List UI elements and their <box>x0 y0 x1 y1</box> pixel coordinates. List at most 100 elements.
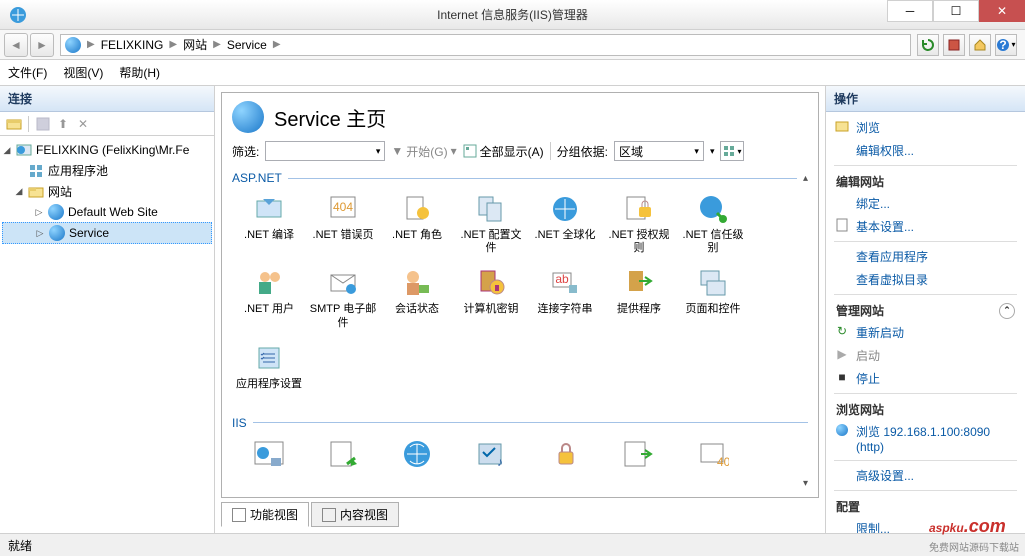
back-button[interactable]: ◄ <box>4 33 28 57</box>
feature-item[interactable]: 计算机密钥 <box>454 261 528 335</box>
close-button[interactable]: ✕ <box>979 0 1025 22</box>
menu-file[interactable]: 文件(F) <box>8 64 47 81</box>
title-bar: Internet 信息服务(IIS)管理器 ─ ☐ ✕ <box>0 0 1025 30</box>
feature-icon <box>253 342 285 374</box>
aspnet-features-grid: .NET 编译404.NET 错误页 .NET 角色 .NET 配置文件 .NET 全… <box>232 187 808 410</box>
feature-item[interactable]: 会话状态 <box>380 261 454 335</box>
tree-app-pools[interactable]: 应用程序池 <box>2 160 212 181</box>
action-view-apps[interactable]: 查看应用程序 <box>826 245 1025 268</box>
feature-label: .NET 角色 <box>392 229 442 255</box>
breadcrumb-node[interactable]: 网站 <box>183 36 207 53</box>
connections-toolbar: ⬆ ✕ <box>0 112 214 136</box>
maximize-button[interactable]: ☐ <box>933 0 979 22</box>
breadcrumb[interactable]: ▶ FELIXKING ▶ 网站 ▶ Service ▶ <box>60 34 911 56</box>
menu-view[interactable]: 视图(V) <box>63 64 103 81</box>
action-edit-permissions[interactable]: 编辑权限... <box>826 139 1025 162</box>
feature-item[interactable]: 页面和控件 <box>676 261 750 335</box>
group-aspnet[interactable]: ASP.NET▴ <box>232 169 808 187</box>
feature-item[interactable]: .NET 授权规则 <box>602 187 676 261</box>
collapse-icon[interactable]: ◢ <box>2 145 12 155</box>
watermark: aspku.com 免费网站源码下载站 <box>929 507 1019 554</box>
save-connection-button[interactable] <box>33 114 53 134</box>
tree-default-site[interactable]: ▷ Default Web Site <box>2 202 212 222</box>
show-all-button[interactable]: 全部显示(A) <box>463 143 544 160</box>
feature-label: .NET 全球化 <box>535 229 596 255</box>
collapse-icon[interactable]: ◢ <box>14 187 24 197</box>
feature-item[interactable] <box>306 432 380 489</box>
play-icon: ▶ <box>834 346 850 362</box>
go-button[interactable]: ▼ 开始(G) ▾ <box>391 143 456 160</box>
action-basic-settings[interactable]: 基本设置... <box>826 215 1025 238</box>
feature-item[interactable]: 应用程序设置 <box>232 336 306 410</box>
expand-icon[interactable]: ▷ <box>35 228 45 238</box>
feature-item[interactable]: ♪ <box>454 432 528 489</box>
feature-icon <box>623 193 655 225</box>
feature-item[interactable]: 404 <box>676 432 750 489</box>
status-bar: 就绪 <box>0 534 1025 556</box>
help-button[interactable]: ?▾ <box>995 34 1017 56</box>
status-text: 就绪 <box>8 537 32 554</box>
feature-item[interactable]: .NET 全球化 <box>528 187 602 261</box>
groupby-select[interactable]: 区域▾ <box>614 141 704 161</box>
expand-icon[interactable]: ▷ <box>34 207 44 217</box>
tree-sites[interactable]: ◢ 网站 <box>2 181 212 202</box>
breadcrumb-node[interactable]: Service <box>227 38 267 52</box>
collapse-button[interactable]: ⌃ <box>999 303 1015 319</box>
feature-icon <box>401 193 433 225</box>
tree-service-site[interactable]: ▷ Service <box>2 222 212 244</box>
document-icon <box>834 217 850 233</box>
breadcrumb-node[interactable]: FELIXKING <box>101 38 164 52</box>
action-stop[interactable]: ■停止 <box>826 367 1025 390</box>
feature-item[interactable]: .NET 用户 <box>232 261 306 335</box>
features-view-tab[interactable]: 功能视图 <box>221 502 309 527</box>
actions-panel: 操作 浏览 编辑权限... 编辑网站 绑定... 基本设置... 查看应用程序 … <box>825 86 1025 533</box>
feature-item[interactable]: 提供程序 <box>602 261 676 335</box>
feature-label: .NET 信任级别 <box>678 229 748 255</box>
filter-input[interactable]: ▾ <box>265 141 385 161</box>
feature-item[interactable]: SMTP 电子邮件 <box>306 261 380 335</box>
feature-item[interactable]: ab连接字符串 <box>528 261 602 335</box>
chevron-right-icon: ▶ <box>273 39 281 50</box>
feature-icon <box>253 267 285 299</box>
minimize-button[interactable]: ─ <box>887 0 933 22</box>
delete-connection-button[interactable]: ✕ <box>73 114 93 134</box>
feature-icon <box>475 267 507 299</box>
app-pools-icon <box>28 163 44 179</box>
app-icon <box>8 5 28 25</box>
scroll-down-icon[interactable]: ▾ <box>803 478 808 489</box>
feature-item[interactable]: .NET 配置文件 <box>454 187 528 261</box>
feature-item[interactable]: .NET 编译 <box>232 187 306 261</box>
home-button[interactable] <box>969 34 991 56</box>
menu-help[interactable]: 帮助(H) <box>119 64 160 81</box>
action-restart[interactable]: ↻重新启动 <box>826 321 1025 344</box>
scroll-up-icon[interactable]: ▴ <box>803 173 808 184</box>
page-title-row: Service 主页 <box>232 101 808 133</box>
feature-item[interactable] <box>232 432 306 489</box>
action-view-vdir[interactable]: 查看虚拟目录 <box>826 268 1025 291</box>
action-browse[interactable]: 浏览 <box>826 116 1025 139</box>
feature-item[interactable] <box>528 432 602 489</box>
action-browse-url[interactable]: 浏览 192.168.1.100:8090 (http) <box>826 420 1025 457</box>
feature-item[interactable] <box>602 432 676 489</box>
spacer <box>14 166 24 176</box>
feature-item[interactable]: .NET 角色 <box>380 187 454 261</box>
action-advanced[interactable]: 高级设置... <box>826 464 1025 487</box>
refresh-button[interactable] <box>917 34 939 56</box>
svg-text:♪: ♪ <box>497 455 503 469</box>
connect-button[interactable] <box>4 114 24 134</box>
feature-icon <box>475 193 507 225</box>
stop-icon: ■ <box>834 369 850 385</box>
restart-icon: ↻ <box>834 323 850 339</box>
stop-button[interactable] <box>943 34 965 56</box>
view-mode-button[interactable]: ▾ <box>720 141 744 161</box>
filter-toolbar: 筛选: ▾ ▼ 开始(G) ▾ 全部显示(A) 分组依据: 区域▾ ▾ ▾ <box>232 141 808 161</box>
action-bindings[interactable]: 绑定... <box>826 192 1025 215</box>
tree-server-node[interactable]: ◢ FELIXKING (FelixKing\Mr.Fe <box>2 140 212 160</box>
group-iis[interactable]: IIS <box>232 414 808 432</box>
up-button[interactable]: ⬆ <box>53 114 73 134</box>
feature-item[interactable] <box>380 432 454 489</box>
forward-button[interactable]: ► <box>30 33 54 57</box>
feature-item[interactable]: 404.NET 错误页 <box>306 187 380 261</box>
feature-item[interactable]: .NET 信任级别 <box>676 187 750 261</box>
content-view-tab[interactable]: 内容视图 <box>311 502 399 527</box>
